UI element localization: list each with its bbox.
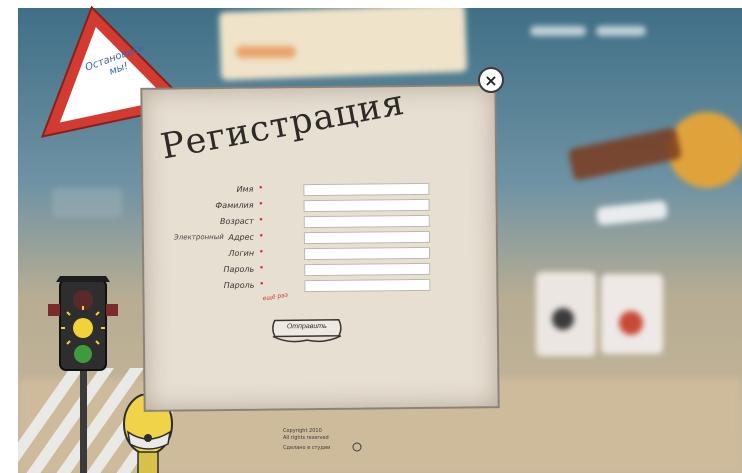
blurred-card-icon (619, 311, 643, 335)
email-note: Электронный (173, 233, 224, 242)
rights-text: All rights reserved (283, 435, 329, 441)
field-label: Адрес (228, 232, 254, 242)
field-email: Электронный • Адрес (144, 230, 496, 248)
dialog-title: Регистрация (157, 82, 409, 168)
studio-logo-icon (352, 442, 362, 452)
field-label: Логин (228, 248, 255, 258)
copyright-text: Copyright 2010 (283, 428, 322, 434)
password-input[interactable] (304, 262, 431, 277)
field-label: Фамилия (215, 200, 254, 211)
first-name-input[interactable] (303, 182, 430, 197)
blurred-card-icon (552, 308, 574, 330)
submit-button[interactable]: Отправить (269, 316, 345, 345)
blurred-text-block (52, 188, 122, 218)
required-mark: • (258, 199, 264, 210)
required-mark: • (258, 263, 265, 274)
footer-copyright: Copyright 2010 All rights reserved (283, 428, 329, 442)
blurred-menu-item (596, 26, 646, 36)
field-label: Имя (236, 184, 254, 194)
submit-label: Отправить (286, 322, 327, 331)
field-password-confirm: • Пароль (144, 278, 496, 296)
field-login: • Логин (144, 246, 496, 264)
age-input[interactable] (303, 214, 430, 229)
password-confirm-input[interactable] (304, 278, 431, 293)
blurred-menu-item (530, 26, 586, 36)
footer-developer[interactable]: Сделано в студии (283, 445, 330, 451)
registration-dialog: Регистрация • Имя • Фамилия • Возраст Эл… (142, 82, 498, 410)
required-mark: • (259, 279, 265, 290)
field-age: • Возраст (144, 214, 496, 232)
close-button[interactable]: × (478, 67, 504, 93)
field-last-name: • Фамилия (144, 198, 496, 216)
field-label: Пароль (223, 280, 255, 291)
required-mark: • (258, 247, 265, 258)
blurred-envelope-stripe (236, 46, 296, 58)
last-name-input[interactable] (303, 198, 430, 213)
blurred-envelope (218, 8, 468, 81)
blurred-button (596, 200, 668, 226)
login-input[interactable] (304, 246, 431, 261)
blurred-wooden-sign (567, 126, 683, 182)
traffic-light-icon (48, 276, 118, 473)
required-mark: • (258, 183, 264, 194)
required-mark: • (258, 215, 264, 226)
field-label: Возраст (219, 216, 254, 227)
field-password: • Пароль (144, 262, 496, 280)
field-first-name: • Имя (143, 182, 495, 200)
field-label: Пароль (223, 264, 255, 275)
required-mark: • (258, 231, 264, 242)
email-input[interactable] (303, 230, 430, 245)
